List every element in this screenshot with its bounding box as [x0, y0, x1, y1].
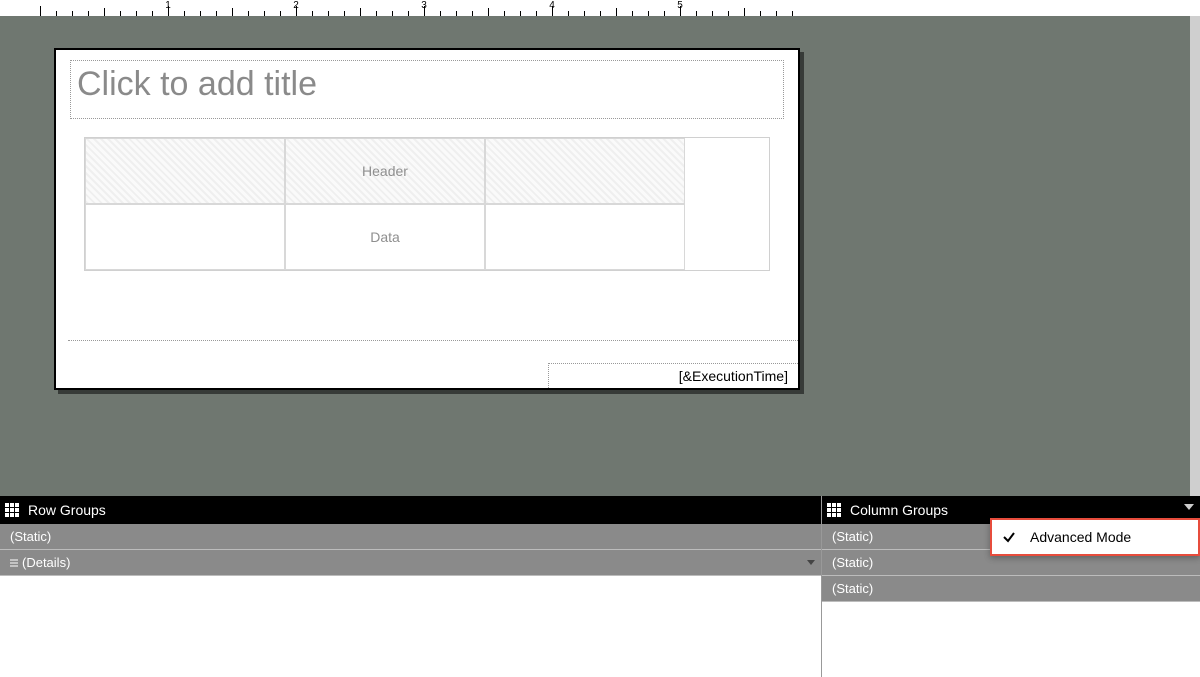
execution-time-textbox[interactable]: [&ExecutionTime]: [548, 363, 798, 388]
tablix-data-cell[interactable]: Data: [285, 204, 485, 270]
chevron-down-icon[interactable]: [807, 560, 815, 565]
column-group-item[interactable]: (Static): [822, 576, 1200, 602]
column-groups-pane: Column Groups (Static) (Static) (Static)…: [822, 496, 1200, 677]
row-groups-header: Row Groups: [0, 496, 821, 524]
grid-icon: [826, 502, 842, 518]
row-group-label: (Static): [10, 529, 51, 544]
row-groups-pane: Row Groups (Static) (Details): [0, 496, 822, 677]
tablix-data-cell[interactable]: [485, 204, 685, 270]
page-footer: [&ExecutionTime]: [68, 340, 798, 388]
check-icon: [1002, 530, 1016, 544]
advanced-mode-label: Advanced Mode: [1030, 529, 1131, 545]
grouping-panes: Row Groups (Static) (Details) Column Gro…: [0, 496, 1200, 677]
tablix-data-cell[interactable]: [85, 204, 285, 270]
column-group-label: (Static): [832, 581, 873, 596]
column-groups-menu-button[interactable]: [1184, 504, 1194, 510]
grid-icon: [4, 502, 20, 518]
report-title-placeholder[interactable]: Click to add title: [70, 60, 784, 119]
row-groups-title: Row Groups: [28, 502, 106, 518]
column-groups-title: Column Groups: [850, 502, 948, 518]
tablix-header-cell[interactable]: [485, 138, 685, 204]
row-group-item[interactable]: (Details): [0, 550, 821, 576]
design-surface[interactable]: Click to add title Header Data [&Executi…: [0, 16, 1200, 496]
tablix-region[interactable]: Header Data: [84, 137, 770, 271]
column-group-label: (Static): [832, 529, 873, 544]
report-page[interactable]: Click to add title Header Data [&Executi…: [54, 48, 800, 390]
advanced-mode-menu-item[interactable]: Advanced Mode: [992, 520, 1198, 554]
row-group-label: (Details): [22, 555, 70, 570]
horizontal-ruler: 12345: [40, 0, 800, 16]
row-group-item[interactable]: (Static): [0, 524, 821, 550]
tablix-header-cell[interactable]: Header: [285, 138, 485, 204]
tablix-header-cell[interactable]: [85, 138, 285, 204]
column-group-label: (Static): [832, 555, 873, 570]
column-groups-dropdown-menu: Advanced Mode: [990, 518, 1200, 556]
vertical-scrollbar[interactable]: [1190, 16, 1200, 496]
